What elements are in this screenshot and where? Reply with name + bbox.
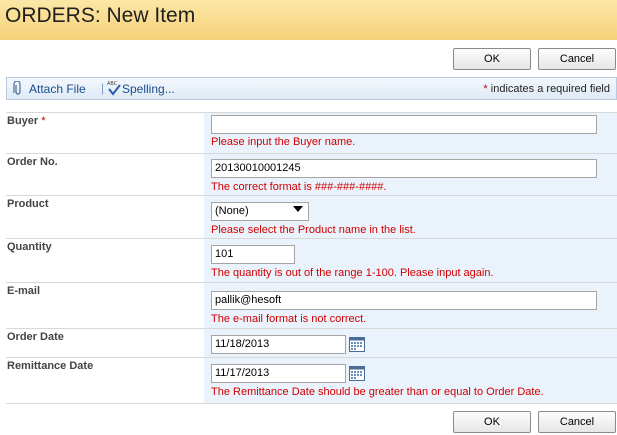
paperclip-icon [13, 80, 23, 99]
svg-text:ABC: ABC [107, 81, 118, 87]
chevron-down-icon [292, 204, 304, 217]
required-note-text: indicates a required field [487, 83, 610, 95]
product-label: Product [7, 198, 49, 210]
buyer-label: Buyer * [6, 113, 204, 154]
calendar-icon[interactable] [349, 336, 365, 352]
ok-button-top[interactable]: OK [453, 48, 531, 70]
remittance-date-input[interactable]: 11/17/2013 [211, 364, 346, 383]
attach-file-link[interactable]: Attach File [29, 82, 86, 96]
remittance-date-row: Remittance Date 11/17/2013 The Remittanc… [6, 357, 617, 404]
order-date-label: Order Date [7, 331, 64, 343]
buyer-input[interactable] [211, 115, 597, 134]
buyer-error: Please input the Buyer name. [211, 136, 356, 148]
form-bottom-divider [6, 403, 617, 404]
cancel-button-top[interactable]: Cancel [538, 48, 616, 70]
email-field-cell: pallik@hesoft The e-mail format is not c… [204, 283, 617, 329]
product-field-cell: (None) Please select the Product name in… [204, 196, 617, 239]
product-select[interactable]: (None) [211, 202, 309, 221]
calendar-icon[interactable] [349, 365, 365, 381]
email-row: E-mail pallik@hesoft The e-mail format i… [6, 282, 617, 329]
title-bar: ORDERS: New Item [0, 0, 617, 40]
quantity-input[interactable]: 101 [211, 245, 295, 264]
quantity-label: Quantity [7, 241, 52, 253]
order-no-input[interactable]: 20130010001245 [211, 159, 597, 178]
email-input[interactable]: pallik@hesoft [211, 291, 597, 310]
email-error: The e-mail format is not correct. [211, 313, 367, 325]
order-date-field-cell: 11/18/2013 [204, 329, 617, 358]
order-date-input[interactable]: 11/18/2013 [211, 335, 346, 354]
quantity-row: Quantity 101 The quantity is out of the … [6, 238, 617, 283]
quantity-error: The quantity is out of the range 1-100. … [211, 267, 494, 279]
remittance-date-error: The Remittance Date should be greater th… [211, 386, 544, 398]
buyer-label-text: Buyer [7, 115, 39, 127]
spelling-icon: ABC [106, 79, 122, 100]
toolbar-separator: | [101, 81, 105, 95]
form-toolbar: Attach File | ABC Spelling... * indicate… [6, 77, 617, 100]
page-title: ORDERS: New Item [5, 4, 196, 27]
quantity-field-cell: 101 The quantity is out of the range 1-1… [204, 239, 617, 283]
product-error: Please select the Product name in the li… [211, 224, 416, 236]
buyer-row: Buyer * Please input the Buyer name. [6, 112, 617, 154]
order-no-error: The correct format is ###-###-####. [211, 181, 387, 193]
order-no-row: Order No. 20130010001245 The correct for… [6, 153, 617, 196]
product-select-value: (None) [215, 205, 249, 217]
order-no-label: Order No. [7, 156, 58, 168]
spelling-link[interactable]: Spelling... [122, 82, 175, 96]
order-date-row: Order Date 11/18/2013 [6, 328, 617, 358]
email-label: E-mail [7, 285, 41, 297]
remittance-date-field-cell: 11/17/2013 The Remittance Date should be… [204, 358, 617, 404]
buyer-field-cell: Please input the Buyer name. [204, 113, 617, 154]
product-row: Product (None) Please select the Product… [6, 195, 617, 239]
remittance-date-label: Remittance Date [7, 360, 94, 372]
cancel-button-bottom[interactable]: Cancel [538, 411, 616, 433]
ok-button-bottom[interactable]: OK [453, 411, 531, 433]
required-field-note: * indicates a required field [483, 83, 610, 95]
order-no-field-cell: 20130010001245 The correct format is ###… [204, 154, 617, 196]
buyer-required-star: * [41, 115, 46, 127]
